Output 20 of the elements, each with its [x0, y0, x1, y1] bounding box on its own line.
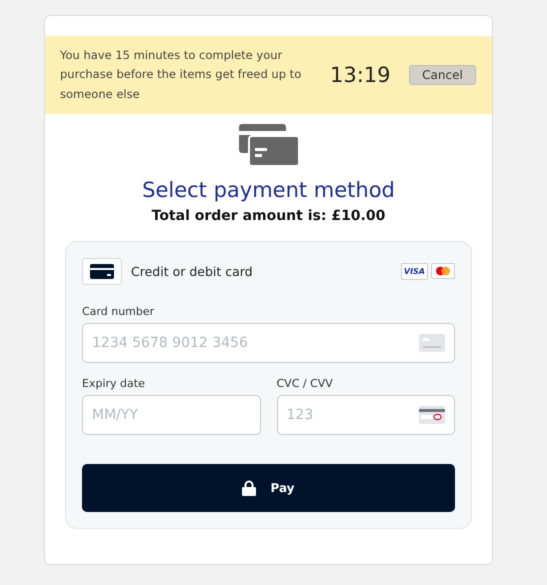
card-method-icon[interactable] — [82, 258, 122, 285]
countdown-timer: 13:19 — [330, 63, 392, 87]
overlapping-circles-icon — [431, 263, 455, 279]
banner-message: You have 15 minutes to complete your purchase before the items get freed up to someone else — [60, 46, 302, 103]
card-icon — [419, 334, 445, 352]
order-total: Total order amount is: £10.00 — [152, 208, 386, 224]
payment-method-label: Credit or debit card — [131, 264, 253, 279]
card-brand-logo: VISA — [400, 263, 428, 280]
field-label: Expiry date — [82, 377, 146, 390]
cancel-button[interactable]: Cancel — [409, 65, 476, 85]
page-title: Select payment method — [142, 178, 395, 202]
field-label: Card number — [82, 305, 156, 318]
cards-icon — [238, 124, 298, 166]
cvc-field[interactable]: 123 — [276, 395, 455, 435]
pay-button[interactable]: Pay — [82, 464, 455, 512]
card-back-icon — [419, 406, 445, 424]
expiry-field[interactable]: MM/YY — [82, 395, 260, 435]
lock-icon — [242, 480, 256, 496]
field-label: CVC / CVV — [276, 377, 334, 390]
card-number-field[interactable]: 1234 5678 9012 3456 — [82, 323, 455, 363]
